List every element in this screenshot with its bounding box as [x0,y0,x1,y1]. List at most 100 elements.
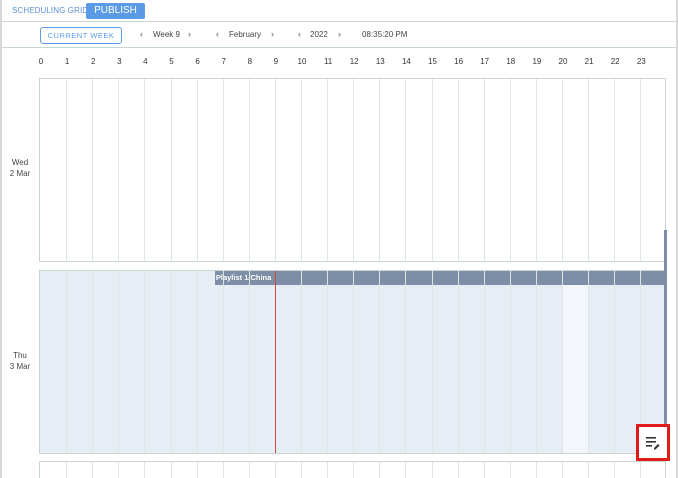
hour-gridline [274,462,276,478]
publish-button[interactable]: PUBLISH [86,3,145,19]
hour-gridline [614,79,616,261]
hour-label: 10 [297,57,307,66]
hour-label: 11 [323,57,333,66]
hour-gridline [170,271,172,453]
edit-schedule-button[interactable] [636,424,670,461]
hour-gridline [327,79,329,261]
hour-gridline [562,271,563,453]
hour-gridline [379,79,381,261]
navigation-bar: CURRENT WEEK ‹ Week 9 › ‹ February › ‹ 2… [2,22,676,48]
hour-label: 8 [247,57,253,66]
hour-gridline [431,462,433,478]
hour-label: 14 [401,57,411,66]
hour-label: 5 [169,57,174,66]
empty-slot[interactable] [562,285,588,453]
hour-gridline [535,271,537,453]
hour-label: 4 [143,57,148,66]
hour-label: 3 [117,57,122,66]
hour-gridline [483,79,485,261]
hour-gridline [92,462,94,478]
date: 2 Mar [9,169,31,178]
hour-label: 17 [480,57,490,66]
hour-label: 23 [636,57,646,66]
hour-label: 19 [532,57,542,66]
hour-label: 6 [195,57,200,66]
hour-gridline [509,79,511,261]
next-week-chevron-right-icon[interactable]: › [188,29,191,39]
hour-gridline [222,79,224,261]
hour-label: 9 [273,57,279,66]
hour-label: 0 [38,57,44,66]
hour-gridline [431,79,433,261]
hour-gridline [483,271,485,453]
edit-list-icon [646,437,660,450]
playlist-event[interactable]: Playlist 1/China [214,271,665,285]
hour-gridline [457,271,459,453]
month-label: February [229,30,262,39]
day-row-wed[interactable] [39,78,666,262]
hour-gridline [588,271,590,453]
hour-gridline [509,462,511,478]
hour-gridline [196,79,198,261]
hour-gridline [144,79,146,261]
hour-gridline [92,271,94,453]
hour-label: 16 [454,57,464,66]
hour-gridline [614,462,616,478]
hour-gridline [301,462,302,478]
year-label: 2022 [310,30,328,39]
hour-gridline [535,462,537,478]
prev-year-chevron-left-icon[interactable]: ‹ [298,29,301,39]
hour-label: 7 [221,57,226,66]
day-row-thu[interactable]: Playlist 1/China [39,270,666,454]
hour-gridline [66,79,68,261]
hour-gridline [379,462,381,478]
hour-gridline [196,271,198,453]
day-label-wed: Wed 2 Mar [2,157,38,179]
hour-gridline [535,79,537,261]
hour-gridline [405,271,407,453]
hour-gridline [457,462,459,478]
hour-gridline [66,271,68,453]
hour-gridline [327,462,329,478]
hour-gridline [301,79,302,261]
hour-gridline [588,79,590,261]
hour-label: 1 [64,57,70,66]
date: 3 Mar [9,362,31,371]
hour-label: 18 [506,57,516,66]
hour-gridline [483,462,485,478]
day-row-fri[interactable] [39,461,666,478]
hour-gridline [144,462,146,478]
next-month-chevron-right-icon[interactable]: › [271,29,274,39]
current-time: 08:35:20 PM [362,30,408,39]
current-time-marker [274,271,276,453]
hour-label: 2 [90,57,96,66]
vertical-scrollbar[interactable] [664,230,667,450]
hour-gridline [405,462,407,478]
hour-label: 20 [558,57,568,66]
next-year-chevron-right-icon[interactable]: › [338,29,341,39]
hour-label: 21 [584,57,594,66]
hour-gridline [614,271,616,453]
current-week-button[interactable]: CURRENT WEEK [40,27,122,44]
hour-gridline [588,462,590,478]
hour-gridline [92,79,94,261]
hour-gridline [640,79,642,261]
hour-gridline [118,271,120,453]
hour-gridline [353,462,355,478]
hour-gridline [301,271,302,453]
hour-gridline [431,271,433,453]
hour-gridline [170,79,172,261]
day-label-thu: Thu 3 Mar [2,350,38,372]
prev-week-chevron-left-icon[interactable]: ‹ [140,29,143,39]
weekday: Thu [13,351,27,360]
prev-month-chevron-left-icon[interactable]: ‹ [216,29,219,39]
window-border-left [0,0,2,478]
week-label: Week 9 [153,30,180,39]
app-title: SCHEDULING GRID [12,6,89,15]
hour-gridline [562,462,563,478]
hour-gridline [196,462,198,478]
weekday: Wed [11,158,29,167]
hour-gridline [379,271,381,453]
hour-gridline [640,462,642,478]
hour-gridline [353,271,355,453]
